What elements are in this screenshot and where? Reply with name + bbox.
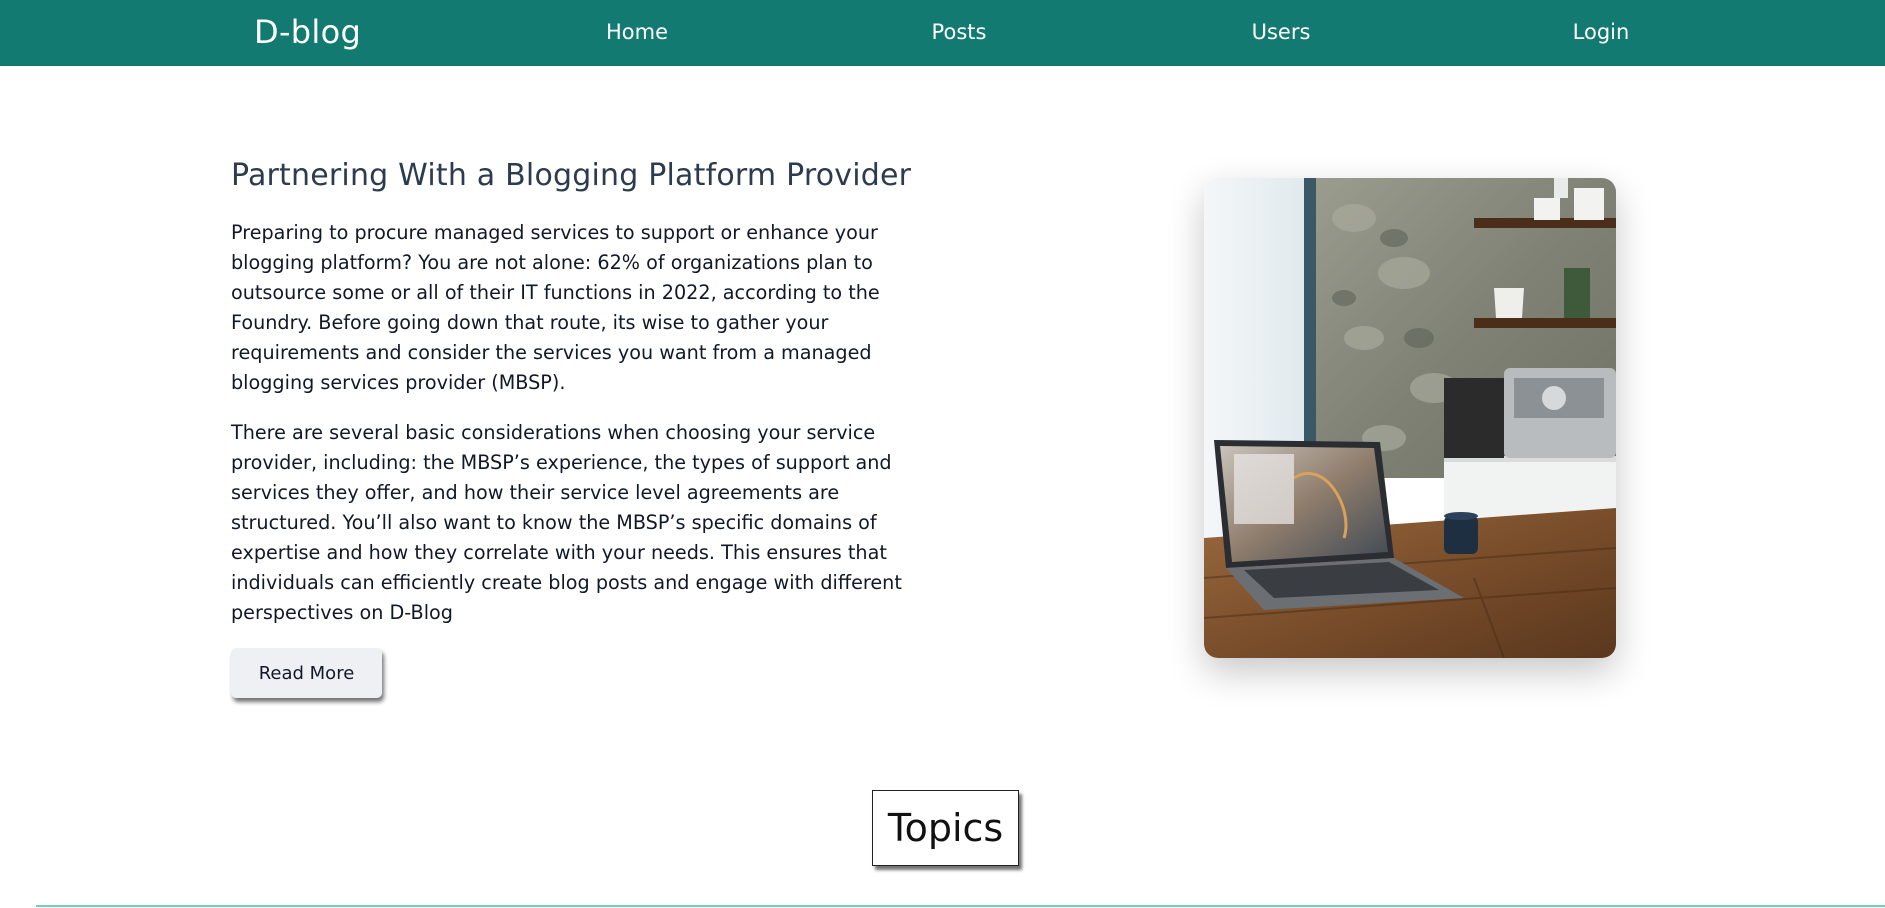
hero-image [1204, 178, 1616, 658]
brand-logo[interactable]: D-blog [254, 13, 361, 51]
hero-title: Partnering With a Blogging Platform Prov… [231, 158, 912, 193]
read-more-button[interactable]: Read More [231, 648, 382, 698]
nav-link-login[interactable]: Login [1573, 20, 1630, 44]
nav-link-home[interactable]: Home [606, 20, 668, 44]
nav-link-users[interactable]: Users [1252, 20, 1311, 44]
section-divider [36, 905, 1885, 907]
topics-title: Topics [887, 806, 1004, 850]
topics-heading-box: Topics [872, 790, 1019, 866]
hero-paragraph-1: Preparing to procure managed services to… [231, 221, 880, 394]
navbar: D-blog Home Posts Users Login [0, 0, 1885, 66]
hero-paragraph-2: There are several basic considerations w… [231, 421, 902, 624]
nav-link-posts[interactable]: Posts [932, 20, 987, 44]
